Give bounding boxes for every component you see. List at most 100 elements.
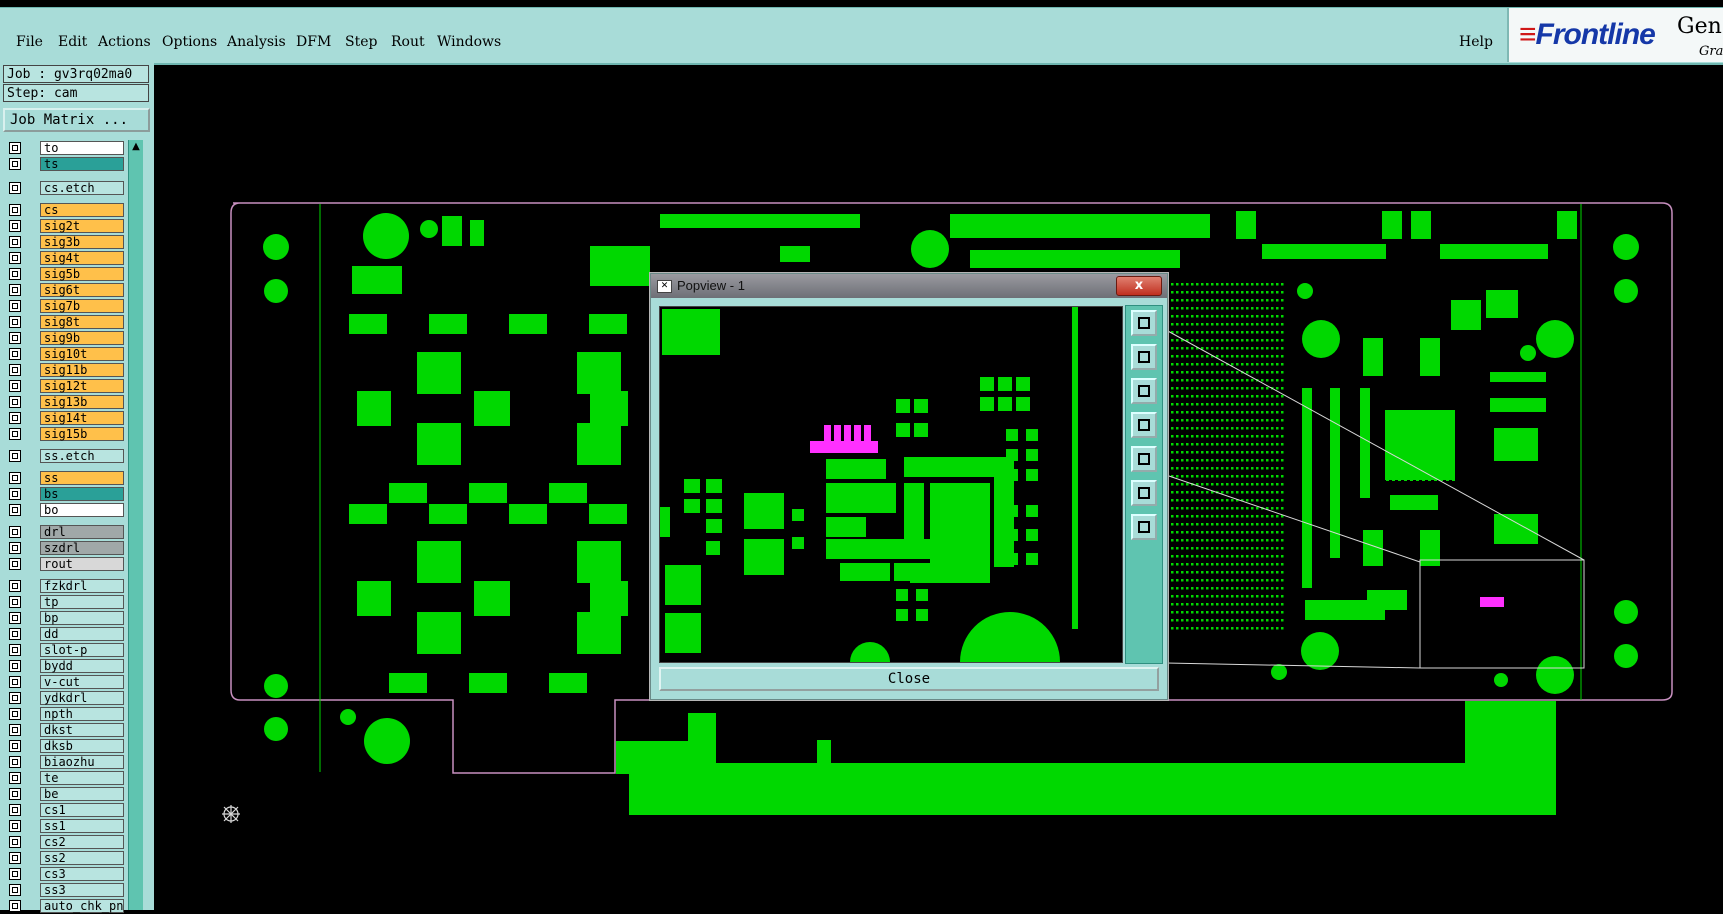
layer-checkbox[interactable]: [9, 820, 21, 832]
layer-name-label[interactable]: ss1: [40, 819, 124, 833]
layer-name-label[interactable]: cs: [40, 203, 124, 217]
layer-row[interactable]: te: [3, 770, 125, 786]
layer-checkbox[interactable]: [9, 836, 21, 848]
layer-row[interactable]: sig9b: [3, 330, 125, 346]
layer-row[interactable]: ss2: [3, 850, 125, 866]
layer-name-label[interactable]: bydd: [40, 659, 124, 673]
layer-row[interactable]: tp: [3, 594, 125, 610]
job-matrix-button[interactable]: Job Matrix ...: [3, 108, 150, 132]
layer-name-label[interactable]: sig2t: [40, 219, 124, 233]
layer-name-label[interactable]: sig13b: [40, 395, 124, 409]
layer-row[interactable]: sig7b: [3, 298, 125, 314]
layer-checkbox[interactable]: [9, 488, 21, 500]
layer-row[interactable]: sig6t: [3, 282, 125, 298]
layer-name-label[interactable]: sig6t: [40, 283, 124, 297]
layer-name-label[interactable]: ss2: [40, 851, 124, 865]
layer-checkbox[interactable]: [9, 628, 21, 640]
layer-row[interactable]: be: [3, 786, 125, 802]
layer-checkbox[interactable]: [9, 182, 21, 194]
layer-row[interactable]: slot-p: [3, 642, 125, 658]
layer-name-label[interactable]: bs: [40, 487, 124, 501]
layer-checkbox[interactable]: [9, 364, 21, 376]
layer-row[interactable]: sig8t: [3, 314, 125, 330]
layer-name-label[interactable]: drl: [40, 525, 124, 539]
layer-row[interactable]: ss: [3, 470, 125, 486]
layer-row[interactable]: npth: [3, 706, 125, 722]
popview-close-button[interactable]: Close: [659, 667, 1159, 691]
pan-left-icon[interactable]: [1131, 412, 1157, 438]
layer-name-label[interactable]: sig9b: [40, 331, 124, 345]
layer-checkbox[interactable]: [9, 316, 21, 328]
popview-zoom-view[interactable]: [659, 306, 1123, 663]
layer-checkbox[interactable]: [9, 756, 21, 768]
popview-titlebar[interactable]: ✕ Popview - 1 x: [651, 274, 1167, 298]
menu-actions[interactable]: Actions: [98, 34, 151, 50]
layer-row[interactable]: sig4t: [3, 250, 125, 266]
menu-windows[interactable]: Windows: [437, 34, 501, 50]
layer-row[interactable]: ts: [3, 156, 125, 172]
layer-checkbox[interactable]: [9, 884, 21, 896]
zoom-out-icon[interactable]: [1131, 514, 1157, 540]
layer-checkbox[interactable]: [9, 158, 21, 170]
layer-name-label[interactable]: dkst: [40, 723, 124, 737]
layer-row[interactable]: dd: [3, 626, 125, 642]
layer-row[interactable]: cs.etch: [3, 180, 125, 196]
layer-row[interactable]: auto_chk_pn: [3, 898, 125, 914]
layer-name-label[interactable]: sig15b: [40, 427, 124, 441]
layer-checkbox[interactable]: [9, 142, 21, 154]
layer-name-label[interactable]: bp: [40, 611, 124, 625]
layer-name-label[interactable]: ss.etch: [40, 449, 124, 463]
layer-name-label[interactable]: npth: [40, 707, 124, 721]
layer-name-label[interactable]: to: [40, 141, 124, 155]
layer-name-label[interactable]: ydkdrl: [40, 691, 124, 705]
pan-right-icon[interactable]: [1131, 446, 1157, 472]
layer-name-label[interactable]: biaozhu: [40, 755, 124, 769]
menu-analysis[interactable]: Analysis: [227, 34, 286, 50]
layer-checkbox[interactable]: [9, 868, 21, 880]
layer-name-label[interactable]: fzkdrl: [40, 579, 124, 593]
layer-name-label[interactable]: cs.etch: [40, 181, 124, 195]
layer-checkbox[interactable]: [9, 558, 21, 570]
layer-checkbox[interactable]: [9, 596, 21, 608]
layer-list-scrollbar[interactable]: ▲: [128, 140, 143, 910]
popview-canvas[interactable]: [660, 307, 1122, 662]
menu-rout[interactable]: Rout: [391, 34, 425, 50]
layer-row[interactable]: sig5b: [3, 266, 125, 282]
layer-checkbox[interactable]: [9, 644, 21, 656]
layer-row[interactable]: sig2t: [3, 218, 125, 234]
layer-checkbox[interactable]: [9, 660, 21, 672]
layer-checkbox[interactable]: [9, 900, 21, 912]
layer-name-label[interactable]: dksb: [40, 739, 124, 753]
layer-name-label[interactable]: auto_chk_pn: [40, 899, 124, 913]
layer-row[interactable]: rout: [3, 556, 125, 572]
layer-row[interactable]: biaozhu: [3, 754, 125, 770]
layer-checkbox[interactable]: [9, 220, 21, 232]
layer-row[interactable]: sig3b: [3, 234, 125, 250]
layer-checkbox[interactable]: [9, 612, 21, 624]
layer-checkbox[interactable]: [9, 252, 21, 264]
layer-row[interactable]: szdrl: [3, 540, 125, 556]
layer-name-label[interactable]: slot-p: [40, 643, 124, 657]
layer-checkbox[interactable]: [9, 852, 21, 864]
scroll-up-icon[interactable]: ▲: [129, 140, 143, 154]
layer-checkbox[interactable]: [9, 268, 21, 280]
layer-row[interactable]: cs2: [3, 834, 125, 850]
layer-checkbox[interactable]: [9, 348, 21, 360]
layer-row[interactable]: sig14t: [3, 410, 125, 426]
layer-row[interactable]: fzkdrl: [3, 578, 125, 594]
layer-checkbox[interactable]: [9, 692, 21, 704]
layer-checkbox[interactable]: [9, 472, 21, 484]
layer-checkbox[interactable]: [9, 804, 21, 816]
layer-name-label[interactable]: te: [40, 771, 124, 785]
layer-name-label[interactable]: ss3: [40, 883, 124, 897]
menu-file[interactable]: File: [16, 34, 43, 50]
zoom-fit-icon[interactable]: [1131, 310, 1157, 336]
layer-name-label[interactable]: dd: [40, 627, 124, 641]
layer-name-label[interactable]: sig10t: [40, 347, 124, 361]
menu-help[interactable]: Help: [1459, 34, 1493, 50]
layer-row[interactable]: sig11b: [3, 362, 125, 378]
layer-name-label[interactable]: cs2: [40, 835, 124, 849]
layer-checkbox[interactable]: [9, 526, 21, 538]
layer-name-label[interactable]: sig14t: [40, 411, 124, 425]
layer-name-label[interactable]: rout: [40, 557, 124, 571]
